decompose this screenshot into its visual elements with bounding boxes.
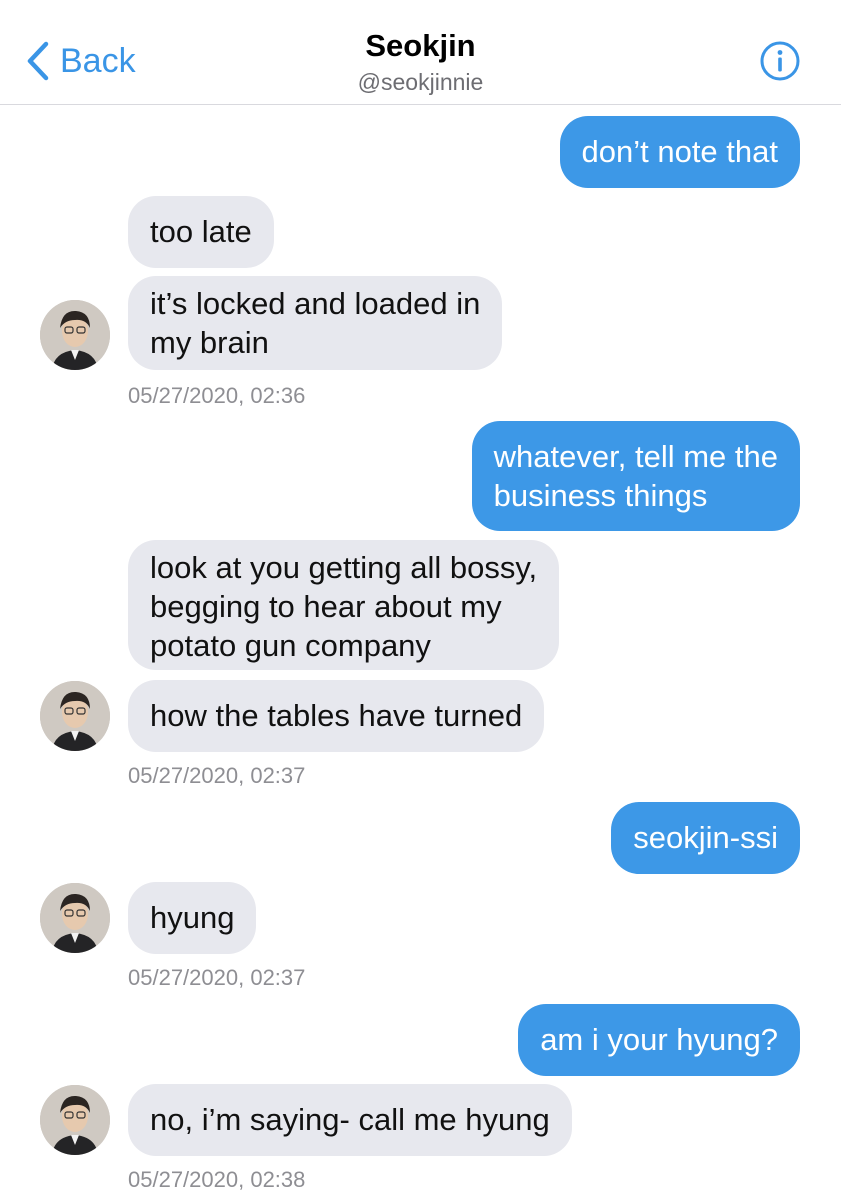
avatar-photo bbox=[40, 1085, 110, 1155]
message-text: hyung bbox=[150, 900, 235, 935]
message-line: my brain bbox=[150, 325, 269, 360]
contact-handle: @seokjinnie bbox=[357, 69, 484, 95]
info-button[interactable] bbox=[759, 40, 801, 82]
message-text: seokjin-ssi bbox=[633, 820, 778, 855]
avatar-photo bbox=[40, 300, 110, 370]
sent-message[interactable]: seokjin-ssi bbox=[611, 802, 800, 874]
message-timestamp: 05/27/2020, 02:37 bbox=[128, 965, 306, 990]
message-text: no, i’m saying- call me hyung bbox=[150, 1102, 550, 1137]
received-message[interactable]: no, i’m saying- call me hyung bbox=[128, 1084, 572, 1156]
received-message[interactable]: look at you getting all bossy, begging t… bbox=[128, 540, 560, 670]
message-text: am i your hyung? bbox=[540, 1022, 778, 1057]
info-icon bbox=[760, 41, 800, 81]
conversation-title: Seokjin @seokjinnie bbox=[0, 26, 841, 96]
message-line: whatever, tell me the bbox=[493, 439, 778, 474]
message-line: business things bbox=[493, 478, 708, 513]
contact-avatar[interactable] bbox=[40, 883, 110, 953]
received-message[interactable]: it’s locked and loaded in my brain bbox=[128, 276, 503, 370]
received-message[interactable]: how the tables have turned bbox=[128, 680, 545, 752]
contact-name: Seokjin bbox=[365, 28, 476, 63]
contact-avatar[interactable] bbox=[40, 1085, 110, 1155]
message-text: too late bbox=[150, 214, 252, 249]
message-text: don’t note that bbox=[581, 134, 779, 169]
avatar-photo bbox=[40, 883, 110, 953]
message-line: look at you getting all bossy, bbox=[150, 550, 538, 585]
contact-avatar[interactable] bbox=[40, 681, 110, 751]
message-line: it’s locked and loaded in bbox=[150, 286, 481, 321]
message-line: potato gun company bbox=[150, 628, 431, 663]
contact-avatar[interactable] bbox=[40, 300, 110, 370]
sent-message[interactable]: don’t note that bbox=[559, 116, 800, 188]
sent-message[interactable]: whatever, tell me the business things bbox=[471, 421, 800, 531]
message-text: how the tables have turned bbox=[150, 698, 523, 733]
received-message[interactable]: too late bbox=[128, 196, 274, 268]
message-timestamp: 05/27/2020, 02:37 bbox=[128, 763, 306, 788]
received-message[interactable]: hyung bbox=[128, 882, 257, 954]
message-timestamp: 05/27/2020, 02:38 bbox=[128, 1167, 306, 1192]
message-line: begging to hear about my bbox=[150, 589, 502, 624]
conversation-header: Back Seokjin @seokjinnie bbox=[0, 0, 841, 105]
message-timestamp: 05/27/2020, 02:36 bbox=[128, 383, 306, 408]
sent-message[interactable]: am i your hyung? bbox=[518, 1004, 800, 1076]
avatar-photo bbox=[40, 681, 110, 751]
